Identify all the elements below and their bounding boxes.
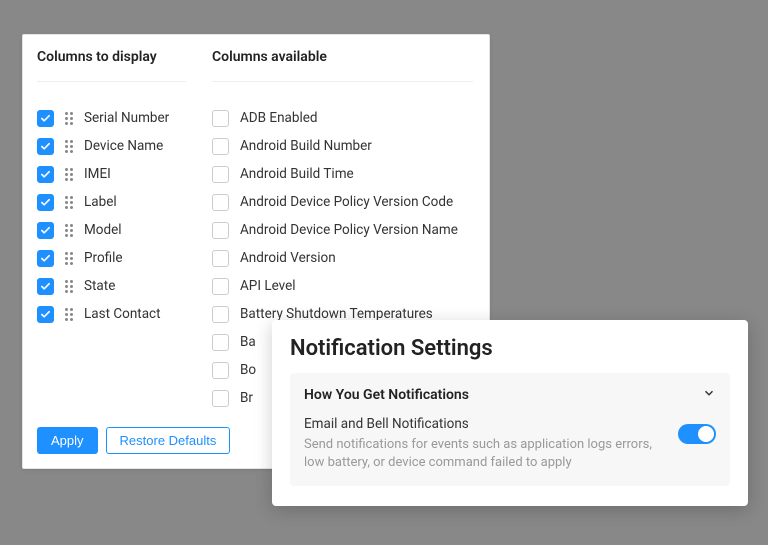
list-item: ADB Enabled xyxy=(212,104,473,132)
list-item-label: Android Device Policy Version Name xyxy=(240,222,458,238)
list-item: Model xyxy=(37,216,186,244)
notification-settings-panel: Notification Settings How You Get Notifi… xyxy=(272,320,748,506)
list-item-label: Label xyxy=(84,194,117,210)
columns-available-header: Columns available xyxy=(212,49,473,82)
checkbox[interactable] xyxy=(37,138,54,155)
apply-button[interactable]: Apply xyxy=(37,427,98,454)
list-item-label: Android Version xyxy=(240,250,336,266)
notification-settings-title: Notification Settings xyxy=(290,336,730,361)
checkbox[interactable] xyxy=(212,250,229,267)
columns-to-display-header: Columns to display xyxy=(37,49,186,82)
checkbox[interactable] xyxy=(37,110,54,127)
list-item-label: Model xyxy=(84,222,122,238)
checkbox[interactable] xyxy=(37,306,54,323)
notification-section-title: How You Get Notifications xyxy=(304,387,469,403)
list-item: Label xyxy=(37,188,186,216)
chevron-down-icon xyxy=(702,385,716,404)
checkbox[interactable] xyxy=(212,166,229,183)
list-item-label: ADB Enabled xyxy=(240,110,318,126)
list-item-label: Device Name xyxy=(84,138,163,154)
panel-footer: Apply Restore Defaults xyxy=(37,427,230,454)
display-list: Serial Number Device Name IMEI Label Model Pr… xyxy=(37,104,186,328)
checkbox[interactable] xyxy=(212,390,229,407)
drag-handle-icon[interactable] xyxy=(65,167,75,181)
email-bell-toggle[interactable] xyxy=(678,424,716,444)
list-item: Profile xyxy=(37,244,186,272)
list-item: IMEI xyxy=(37,160,186,188)
list-item: Android Version xyxy=(212,244,473,272)
notification-item: Email and Bell Notifications Send notifi… xyxy=(304,416,716,472)
notification-item-text: Email and Bell Notifications Send notifi… xyxy=(304,416,662,472)
list-item: Serial Number xyxy=(37,104,186,132)
list-item-label: IMEI xyxy=(84,166,111,182)
list-item-label: Br xyxy=(240,390,253,406)
list-item: Android Build Number xyxy=(212,132,473,160)
checkbox[interactable] xyxy=(37,222,54,239)
checkbox[interactable] xyxy=(212,362,229,379)
restore-defaults-button[interactable]: Restore Defaults xyxy=(106,427,231,454)
notification-section-header[interactable]: How You Get Notifications xyxy=(304,385,716,404)
drag-handle-icon[interactable] xyxy=(65,111,75,125)
list-item-label: Android Build Time xyxy=(240,166,354,182)
list-item: Device Name xyxy=(37,132,186,160)
list-item-label: API Level xyxy=(240,278,296,294)
checkbox[interactable] xyxy=(37,166,54,183)
list-item-label: Android Build Number xyxy=(240,138,372,154)
list-item: Last Contact xyxy=(37,300,186,328)
checkbox[interactable] xyxy=(37,250,54,267)
list-item-label: Bo xyxy=(240,362,256,378)
drag-handle-icon[interactable] xyxy=(65,279,75,293)
checkbox[interactable] xyxy=(212,110,229,127)
list-item-label: State xyxy=(84,278,115,294)
drag-handle-icon[interactable] xyxy=(65,223,75,237)
drag-handle-icon[interactable] xyxy=(65,139,75,153)
list-item: Android Build Time xyxy=(212,160,473,188)
checkbox[interactable] xyxy=(212,222,229,239)
notification-item-desc: Send notifications for events such as ap… xyxy=(304,436,662,472)
list-item: API Level xyxy=(212,272,473,300)
list-item: State xyxy=(37,272,186,300)
drag-handle-icon[interactable] xyxy=(65,307,75,321)
notification-section: How You Get Notifications Email and Bell… xyxy=(290,373,730,486)
list-item-label: Ba xyxy=(240,334,256,350)
checkbox[interactable] xyxy=(37,278,54,295)
checkbox[interactable] xyxy=(212,334,229,351)
drag-handle-icon[interactable] xyxy=(65,251,75,265)
list-item: Android Device Policy Version Name xyxy=(212,216,473,244)
checkbox[interactable] xyxy=(37,194,54,211)
columns-to-display-section: Columns to display Serial Number Device N… xyxy=(23,35,198,412)
checkbox[interactable] xyxy=(212,306,229,323)
drag-handle-icon[interactable] xyxy=(65,195,75,209)
list-item-label: Android Device Policy Version Code xyxy=(240,194,453,210)
checkbox[interactable] xyxy=(212,194,229,211)
list-item: Android Device Policy Version Code xyxy=(212,188,473,216)
list-item-label: Last Contact xyxy=(84,306,161,322)
notification-item-title: Email and Bell Notifications xyxy=(304,416,662,432)
list-item-label: Profile xyxy=(84,250,123,266)
checkbox[interactable] xyxy=(212,278,229,295)
list-item-label: Serial Number xyxy=(84,110,169,126)
checkbox[interactable] xyxy=(212,138,229,155)
